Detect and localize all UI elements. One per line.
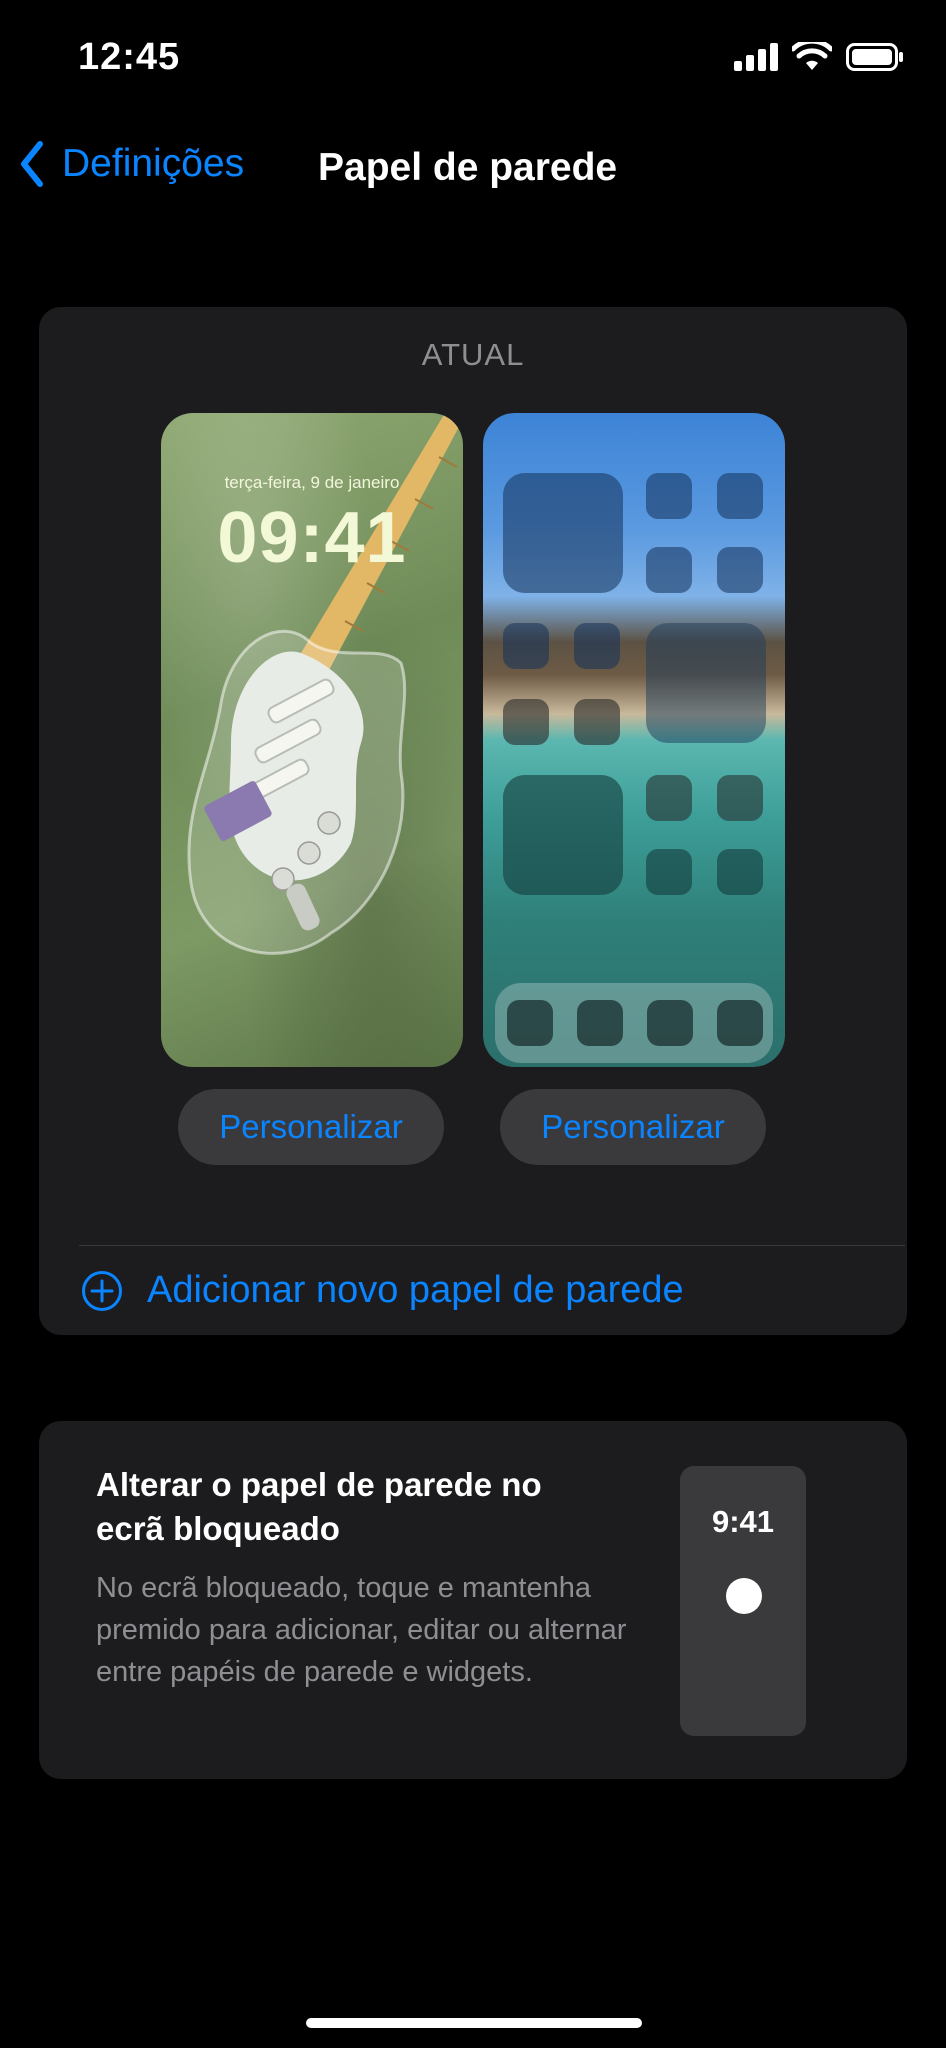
app-icon-placeholder [503,699,549,745]
app-icon-placeholder [574,699,620,745]
touch-indicator-icon [726,1578,762,1614]
add-new-wallpaper-label: Adicionar novo papel de parede [147,1269,684,1311]
dock-icon-placeholder [647,1000,693,1046]
mini-lock-screen-illustration: 9:41 [680,1466,806,1736]
home-screen-preview[interactable] [483,413,785,1067]
app-icon-placeholder [646,775,692,821]
app-icon-placeholder [717,473,763,519]
battery-icon [846,43,903,71]
app-icon-placeholder [503,623,549,669]
tip-description: No ecrã bloqueado, toque e mantenha prem… [96,1572,627,1688]
page-title: Papel de parede [318,146,618,189]
back-label: Definições [62,142,245,185]
app-icon-placeholder [717,547,763,593]
dock-icon-placeholder [507,1000,553,1046]
widget-placeholder [646,623,766,743]
section-header-current: ATUAL [421,337,525,372]
widget-placeholder [503,775,623,895]
status-icons [734,42,904,72]
chevron-left-icon [21,141,43,187]
dock [495,983,773,1063]
wifi-icon [792,42,832,70]
lock-screen-preview[interactable]: terça-feira, 9 de janeiro 09:41 [161,413,463,1067]
plus-circle-icon [82,1270,122,1311]
app-icon-placeholder [646,547,692,593]
lock-screen-time: 09:41 [217,498,407,578]
dock-icon-placeholder [577,1000,623,1046]
mini-lock-time: 9:41 [711,1504,775,1539]
customize-lock-screen-button[interactable]: Personalizar [178,1089,444,1165]
dock-icon-placeholder [717,1000,763,1046]
cellular-signal-icon [734,43,778,71]
home-indicator[interactable] [306,2018,642,2028]
app-icon-placeholder [717,775,763,821]
customize-home-screen-button[interactable]: Personalizar [500,1089,766,1165]
tip-title: Alterar o papel de parede no ecrã bloque… [96,1466,542,1547]
app-icon-placeholder [717,849,763,895]
app-icon-placeholder [574,623,620,669]
back-button[interactable]: Definições [18,140,244,188]
status-time: 12:45 [78,36,181,78]
app-icon-placeholder [646,849,692,895]
widget-placeholder [503,473,623,593]
lock-screen-tip-card: Alterar o papel de parede no ecrã bloque… [39,1421,907,1779]
current-wallpaper-card: ATUAL terça-feira, 9 de janeiro 09:41 Pe… [39,307,907,1335]
divider [79,1245,905,1246]
add-new-wallpaper-button[interactable]: Adicionar novo papel de parede [81,1269,684,1312]
lock-screen-date: terça-feira, 9 de janeiro [224,473,400,492]
app-icon-placeholder [646,473,692,519]
